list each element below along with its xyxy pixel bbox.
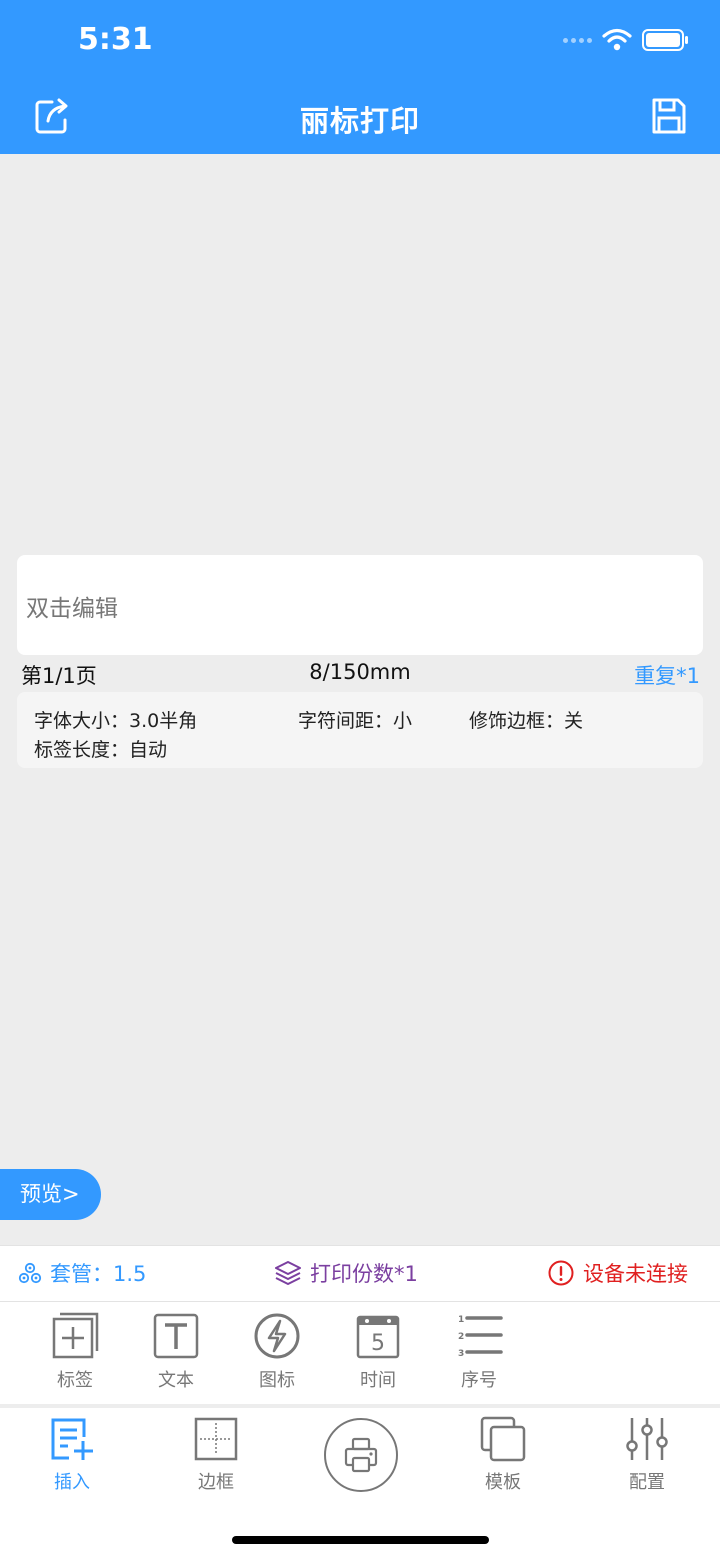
lightning-icon bbox=[254, 1313, 300, 1359]
tab-settings-label: 配置 bbox=[629, 1472, 665, 1493]
device-status[interactable]: 设备未连接 bbox=[547, 1258, 688, 1288]
tool-icon-label: 图标 bbox=[259, 1370, 295, 1391]
tab-border[interactable]: 边框 bbox=[176, 1416, 256, 1494]
repeat-button[interactable]: 重复*1 bbox=[634, 660, 700, 690]
tab-insert[interactable]: 插入 bbox=[32, 1416, 112, 1494]
sleeve-icon bbox=[18, 1262, 42, 1284]
tool-text-label: 文本 bbox=[158, 1370, 194, 1391]
tool-text[interactable]: 文本 bbox=[140, 1312, 212, 1392]
label-length-setting: 标签长度：自动 bbox=[34, 739, 168, 761]
tab-insert-label: 插入 bbox=[54, 1472, 90, 1493]
layers-icon bbox=[275, 1261, 301, 1285]
print-button[interactable] bbox=[324, 1418, 398, 1492]
printer-icon bbox=[344, 1437, 378, 1473]
alert-icon bbox=[548, 1260, 574, 1286]
tool-label-text: 标签 bbox=[57, 1370, 93, 1391]
char-spacing-setting: 字符间距：小 bbox=[298, 710, 413, 732]
border-icon bbox=[194, 1417, 238, 1461]
calendar-icon: 5 bbox=[356, 1315, 400, 1359]
sleeve-setting[interactable]: 套管：1.5 bbox=[18, 1258, 146, 1288]
template-icon bbox=[480, 1416, 526, 1462]
numbered-list-icon: 1 2 3 bbox=[458, 1315, 503, 1359]
home-area bbox=[0, 1501, 720, 1558]
tool-time-label: 时间 bbox=[360, 1370, 396, 1391]
label-settings[interactable]: 字体大小：3.0半角 字符间距：小 修饰边框：关 标签长度：自动 bbox=[17, 692, 703, 768]
home-indicator[interactable] bbox=[232, 1536, 489, 1544]
svg-text:2: 2 bbox=[458, 1332, 464, 1342]
save-icon[interactable] bbox=[648, 96, 688, 136]
status-indicators bbox=[563, 28, 690, 52]
tab-template[interactable]: 模板 bbox=[463, 1416, 543, 1494]
app-header: 5:31 丽标打印 bbox=[0, 0, 720, 154]
insert-toolbar: 标签 文本 图标 5 时间 1 2 3 序号 bbox=[0, 1302, 720, 1404]
device-status-label: 设备未连接 bbox=[583, 1262, 688, 1286]
label-size: 8/150mm bbox=[309, 660, 411, 684]
tab-template-label: 模板 bbox=[485, 1472, 521, 1493]
print-info-bar: 套管：1.5 打印份数*1 设备未连接 bbox=[0, 1245, 720, 1302]
cellular-signal-icon bbox=[563, 37, 592, 43]
tool-label[interactable]: 标签 bbox=[39, 1312, 111, 1392]
decor-border-setting: 修饰边框：关 bbox=[469, 710, 584, 732]
battery-icon bbox=[642, 29, 688, 51]
svg-text:1: 1 bbox=[458, 1315, 464, 1325]
tool-time[interactable]: 5 时间 bbox=[342, 1312, 414, 1392]
tool-serial-label: 序号 bbox=[461, 1370, 497, 1391]
status-time: 5:31 bbox=[78, 22, 153, 57]
sliders-icon bbox=[626, 1418, 668, 1460]
bottom-tab-bar: 插入 边框 模板 配置 bbox=[0, 1408, 720, 1501]
page-indicator: 第1/1页 bbox=[21, 664, 97, 688]
font-size-setting: 字体大小：3.0半角 bbox=[34, 710, 198, 732]
label-editor[interactable]: 双击编辑 bbox=[17, 555, 703, 655]
copies-setting[interactable]: 打印份数*1 bbox=[274, 1258, 418, 1288]
tool-serial[interactable]: 1 2 3 序号 bbox=[443, 1312, 515, 1392]
tool-icon[interactable]: 图标 bbox=[241, 1312, 313, 1392]
wifi-icon bbox=[602, 28, 632, 51]
copies-label: 打印份数*1 bbox=[310, 1262, 418, 1286]
page-title: 丽标打印 bbox=[299, 104, 420, 138]
text-icon bbox=[153, 1313, 199, 1359]
svg-text:5: 5 bbox=[371, 1331, 385, 1356]
editor-placeholder: 双击编辑 bbox=[26, 596, 118, 622]
insert-icon bbox=[51, 1418, 93, 1460]
sleeve-label: 套管：1.5 bbox=[50, 1262, 147, 1286]
preview-button[interactable]: 预览> bbox=[0, 1169, 101, 1220]
svg-text:3: 3 bbox=[458, 1349, 464, 1359]
tab-border-label: 边框 bbox=[198, 1472, 234, 1493]
tab-settings[interactable]: 配置 bbox=[607, 1416, 687, 1494]
label-add-icon bbox=[52, 1312, 99, 1359]
